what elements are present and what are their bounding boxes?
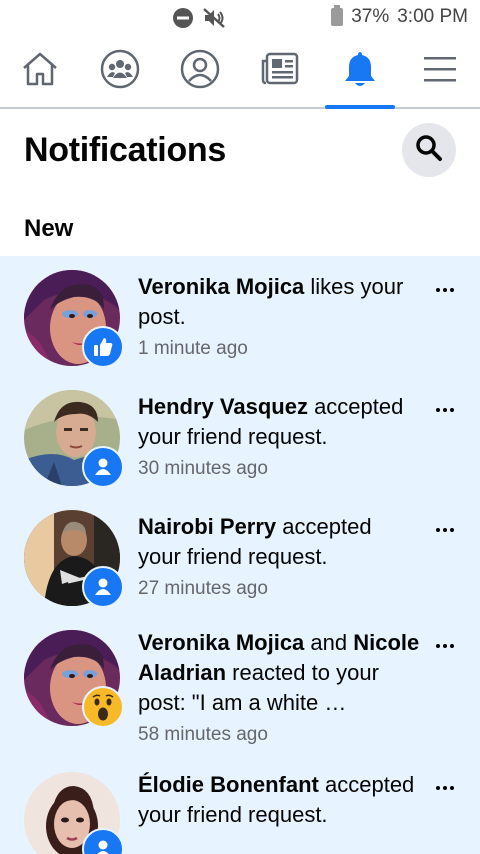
avatar[interactable] xyxy=(24,510,124,608)
notification-connector: and xyxy=(304,630,354,655)
status-bar: 37% 3:00 PM xyxy=(0,0,480,36)
notification-time: 30 minutes ago xyxy=(138,458,268,479)
more-options-button[interactable] xyxy=(432,397,458,423)
actor-name: Nairobi Perry xyxy=(138,514,277,539)
avatar[interactable] xyxy=(24,390,124,488)
tab-groups[interactable] xyxy=(80,36,160,107)
more-options-button[interactable] xyxy=(432,277,458,303)
search-icon xyxy=(415,134,443,167)
status-icons-right: 37% 3:00 PM xyxy=(331,5,468,28)
mute-icon xyxy=(202,7,226,34)
friend-icon xyxy=(82,566,124,608)
battery-icon xyxy=(331,5,344,26)
actor-name: Élodie Bonenfant xyxy=(138,772,319,797)
notification-text: Hendry Vasquez accepted your friend requ… xyxy=(138,392,420,452)
more-options-button[interactable] xyxy=(432,775,458,801)
tab-notifications[interactable] xyxy=(320,36,400,109)
tab-profile[interactable] xyxy=(160,36,240,107)
more-options-button[interactable] xyxy=(432,633,458,659)
notification-time: 58 minutes ago xyxy=(138,724,268,745)
notification-item[interactable]: Nairobi Perry accepted your friend reque… xyxy=(0,496,480,616)
page-title: Notifications xyxy=(24,131,226,169)
do-not-disturb-icon xyxy=(172,7,194,34)
profile-icon xyxy=(180,49,220,94)
notification-item[interactable]: Veronika Mojica and Nicole Aladrian reac… xyxy=(0,616,480,766)
menu-icon xyxy=(422,54,458,89)
groups-icon xyxy=(100,49,140,94)
avatar[interactable] xyxy=(24,270,124,368)
notification-text: Nairobi Perry accepted your friend reque… xyxy=(138,512,420,572)
section-heading-new: New xyxy=(24,215,74,242)
bell-icon xyxy=(342,50,378,93)
notification-text: Élodie Bonenfant accepted your friend re… xyxy=(138,770,420,830)
actor-name: Hendry Vasquez xyxy=(138,394,308,419)
notification-list: Veronika Mojica likes your post. 1 minut… xyxy=(0,256,480,854)
search-button[interactable] xyxy=(402,123,456,177)
avatar[interactable] xyxy=(24,772,124,854)
notification-item[interactable]: Hendry Vasquez accepted your friend requ… xyxy=(0,376,480,496)
notification-text: Veronika Mojica likes your post. xyxy=(138,272,420,332)
home-icon xyxy=(21,51,59,92)
status-icons-left xyxy=(172,7,226,34)
notification-time: 1 minute ago xyxy=(138,338,248,359)
tab-home[interactable] xyxy=(0,36,80,107)
notification-item[interactable]: Veronika Mojica likes your post. 1 minut… xyxy=(0,256,480,376)
actor-name: Veronika Mojica xyxy=(138,630,305,655)
notification-item[interactable]: Élodie Bonenfant accepted your friend re… xyxy=(0,766,480,854)
top-nav-bar xyxy=(0,36,480,109)
friend-icon xyxy=(82,446,124,488)
like-icon xyxy=(82,326,124,368)
tab-menu[interactable] xyxy=(400,36,480,107)
avatar[interactable] xyxy=(24,630,124,728)
newspaper-icon xyxy=(260,51,300,92)
notification-text: Veronika Mojica and Nicole Aladrian reac… xyxy=(138,628,420,718)
wow-icon xyxy=(82,686,124,728)
more-options-button[interactable] xyxy=(432,517,458,543)
clock: 3:00 PM xyxy=(397,6,468,27)
actor-name: Veronika Mojica xyxy=(138,274,305,299)
battery-level: 37% xyxy=(351,6,390,27)
notification-time: 27 minutes ago xyxy=(138,578,268,599)
tab-news[interactable] xyxy=(240,36,320,107)
